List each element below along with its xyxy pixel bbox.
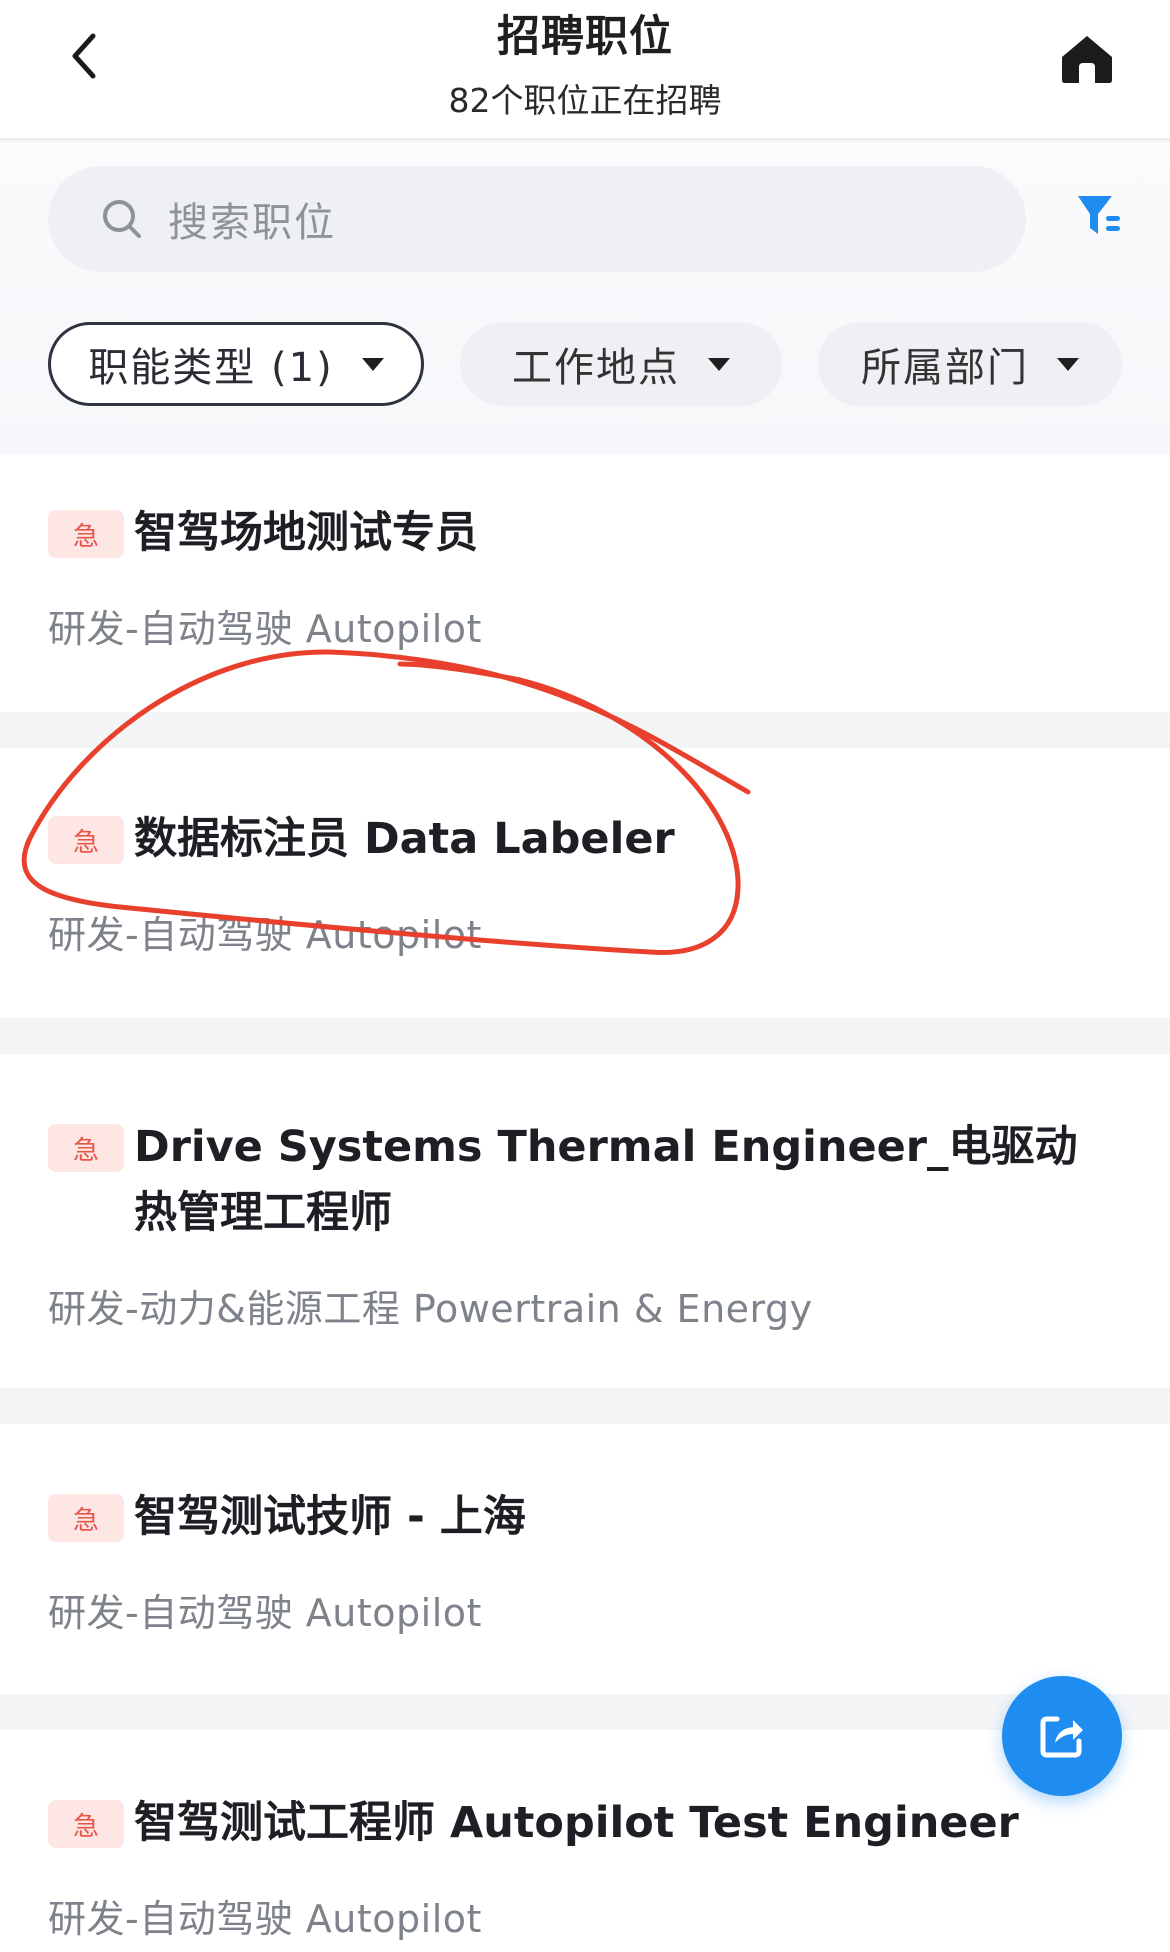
job-department: 研发-动力&能源工程 Powertrain & Energy: [48, 1287, 813, 1331]
urgent-badge: 急: [48, 1124, 124, 1172]
search-input[interactable]: 搜索职位: [48, 166, 1026, 272]
urgent-badge: 急: [48, 1494, 124, 1542]
job-title: 数据标注员 Data Labeler: [134, 814, 675, 864]
job-title: Drive Systems Thermal Engineer_电驱动热管理工程师: [134, 1122, 1078, 1238]
job-card[interactable]: 急 智驾测试技师 - 上海 研发-自动驾驶 Autopilot: [0, 1424, 1170, 1694]
search-filter-panel: 搜索职位 职能类型 (1) 工作地点 所属部门: [0, 142, 1170, 454]
job-department: 研发-自动驾驶 Autopilot: [48, 607, 482, 651]
page-title: 招聘职位: [497, 12, 673, 62]
job-department: 研发-自动驾驶 Autopilot: [48, 1897, 482, 1941]
filter-chip-label: 工作地点: [512, 345, 680, 391]
filter-chip-function-type[interactable]: 职能类型 (1): [48, 322, 424, 406]
caret-down-icon: [708, 357, 730, 371]
job-title: 智驾场地测试专员: [134, 508, 478, 558]
filter-chip-department[interactable]: 所属部门: [818, 322, 1122, 406]
job-title: 智驾测试技师 - 上海: [134, 1492, 526, 1542]
filter-chip-label: 所属部门: [861, 345, 1029, 391]
home-button[interactable]: [1056, 30, 1118, 88]
job-card[interactable]: 急 智驾测试工程师 Autopilot Test Engineer 研发-自动驾…: [0, 1730, 1170, 1952]
advanced-filter-button[interactable]: [1072, 188, 1128, 244]
urgent-badge: 急: [48, 1800, 124, 1848]
search-placeholder: 搜索职位: [168, 200, 336, 246]
filter-chip-label: 职能类型 (1): [88, 345, 334, 391]
job-card[interactable]: 急 Drive Systems Thermal Engineer_电驱动热管理工…: [0, 1054, 1170, 1388]
job-count-subtitle: 82个职位正在招聘: [448, 81, 722, 120]
job-card[interactable]: 急 数据标注员 Data Labeler 研发-自动驾驶 Autopilot: [0, 748, 1170, 1018]
filter-icon: [1078, 196, 1120, 234]
urgent-badge: 急: [48, 510, 124, 558]
urgent-badge: 急: [48, 816, 124, 864]
search-icon: [100, 197, 144, 241]
caret-down-icon: [1057, 357, 1079, 371]
share-button[interactable]: [1002, 1676, 1122, 1796]
caret-down-icon: [361, 357, 384, 371]
job-title: 智驾测试工程师 Autopilot Test Engineer: [134, 1798, 1019, 1848]
filter-chip-location[interactable]: 工作地点: [460, 322, 782, 406]
top-nav-bar: 招聘职位 82个职位正在招聘: [0, 0, 1170, 140]
job-department: 研发-自动驾驶 Autopilot: [48, 1591, 482, 1635]
job-department: 研发-自动驾驶 Autopilot: [48, 913, 482, 957]
share-icon: [1040, 1716, 1083, 1758]
job-card[interactable]: 急 智驾场地测试专员 研发-自动驾驶 Autopilot: [0, 454, 1170, 712]
home-icon: [1062, 36, 1112, 83]
